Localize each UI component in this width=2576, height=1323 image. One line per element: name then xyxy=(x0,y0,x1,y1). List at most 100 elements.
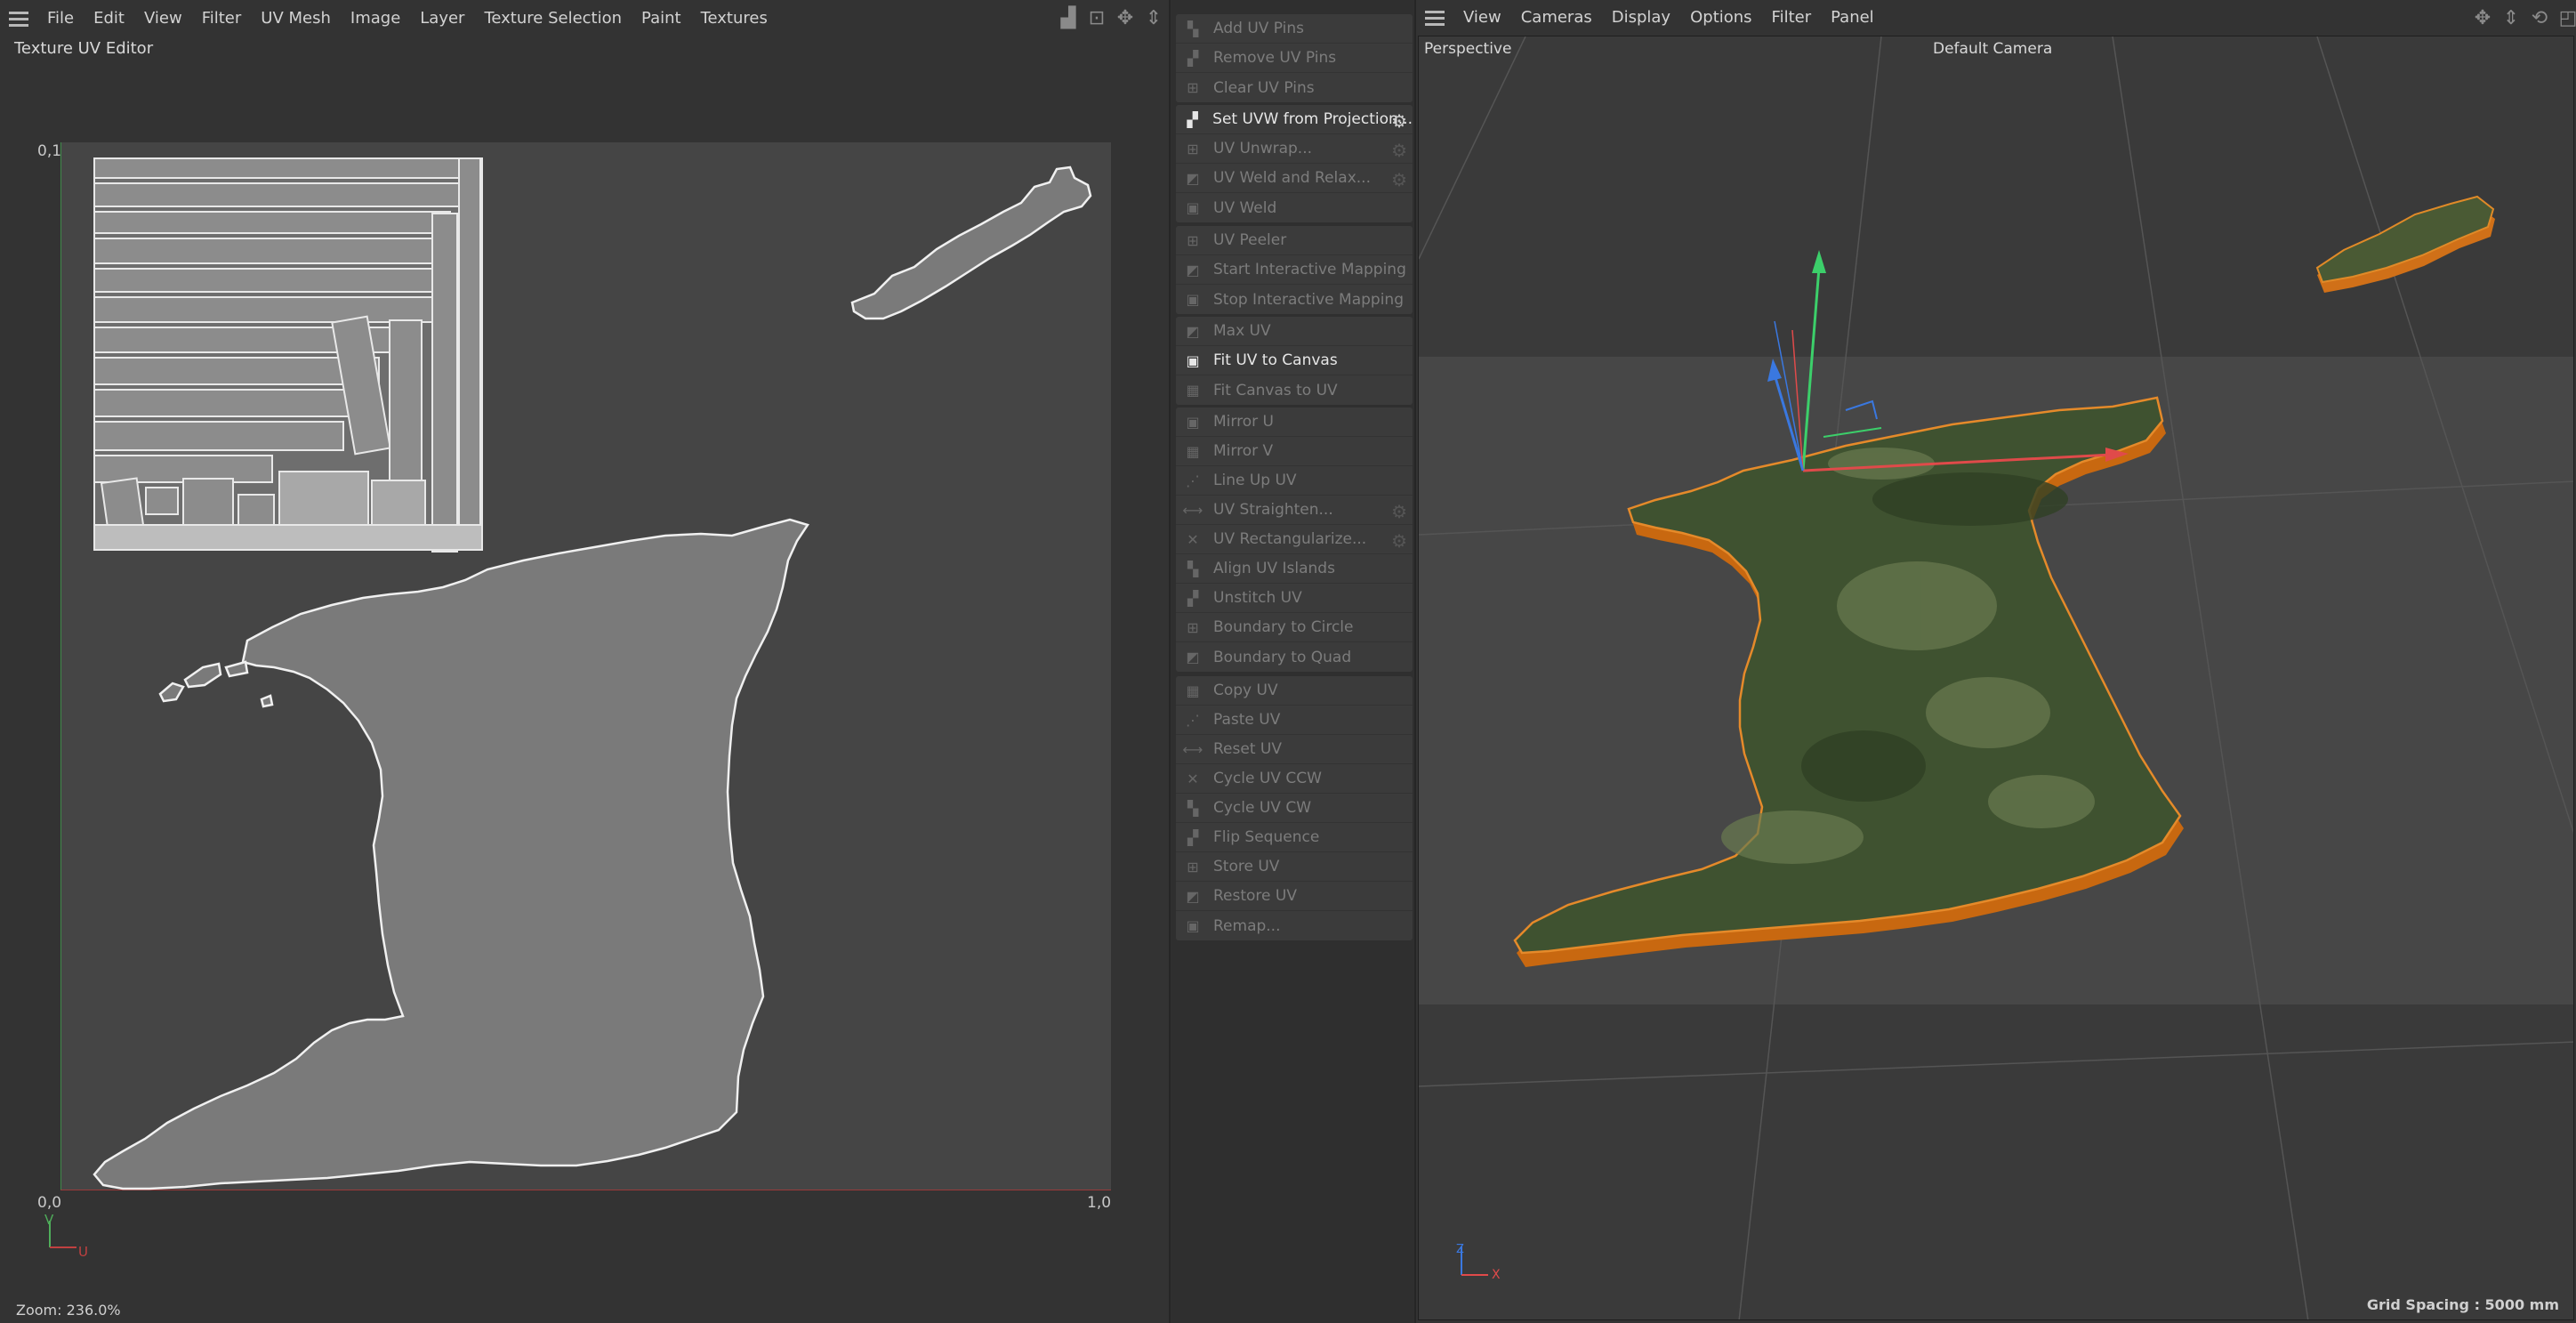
viewport-menu-item[interactable]: Options xyxy=(1680,0,1761,36)
command-item[interactable]: ▚ Align UV Islands xyxy=(1176,554,1413,584)
uv-menu-item[interactable]: Paint xyxy=(632,0,691,37)
command-item[interactable]: ▣ Fit UV to Canvas xyxy=(1176,346,1413,375)
uv-menu-item[interactable]: Image xyxy=(341,0,410,37)
uv-menu-item[interactable]: Layer xyxy=(410,0,474,37)
move-view-icon[interactable]: ✥ xyxy=(2473,7,2492,30)
uv-menu-item[interactable]: File xyxy=(37,0,84,37)
gear-icon[interactable]: ⚙ xyxy=(1391,501,1407,522)
command-label: Stop Interactive Mapping xyxy=(1213,290,1404,309)
command-item[interactable]: ◩ Max UV xyxy=(1176,317,1413,346)
gear-icon[interactable]: ⚙ xyxy=(1391,169,1407,190)
gear-icon[interactable]: ⚙ xyxy=(1391,530,1407,552)
command-icon: ⊞ xyxy=(1187,140,1199,157)
command-item[interactable]: ⟷ UV Straighten... ⚙ xyxy=(1176,496,1413,525)
viewport-menu-item[interactable]: Panel xyxy=(1821,0,1884,36)
gear-icon[interactable]: ⚙ xyxy=(1391,140,1407,161)
viewport-menu-item[interactable]: Cameras xyxy=(1511,0,1602,36)
command-label: UV Weld and Relax... xyxy=(1213,169,1371,187)
command-item[interactable]: ⊞ Clear UV Pins xyxy=(1176,73,1413,102)
viewport-menu-item[interactable]: Display xyxy=(1602,0,1680,36)
viewport-name: Perspective xyxy=(1424,40,1512,58)
active-camera-label[interactable]: Default Camera xyxy=(1933,40,2052,58)
command-icon: ▞ xyxy=(1187,110,1198,128)
command-icon: ▚ xyxy=(1187,799,1199,817)
maximize-view-icon[interactable]: ◰ xyxy=(2558,7,2576,30)
viewport-hamburger-icon[interactable] xyxy=(1416,0,1453,36)
trinidad-islets-uv xyxy=(158,660,274,708)
uv-editor-panel: File Edit View Filter UV Mesh Image Layer Textu… xyxy=(0,0,1169,1323)
command-item[interactable]: ▦ Fit Canvas to UV xyxy=(1176,375,1413,405)
command-item[interactable]: ◩ UV Weld and Relax... ⚙ xyxy=(1176,164,1413,193)
command-item[interactable]: ✕ Cycle UV CCW xyxy=(1176,764,1413,794)
lock-icon[interactable]: ⊡ xyxy=(1087,7,1107,30)
zoom-status: Zoom: 236.0% xyxy=(16,1302,121,1319)
uv-menu-item[interactable]: Textures xyxy=(691,0,777,37)
command-group: ▣ Mirror U ▦ Mirror V ⋰ Line Up UV ⟷ UV Straigh… xyxy=(1176,407,1413,672)
command-item[interactable]: ▞ Flip Sequence xyxy=(1176,823,1413,852)
command-label: Mirror V xyxy=(1213,442,1274,460)
uv-menubar: File Edit View Filter UV Mesh Image Layer Textu… xyxy=(0,0,1169,37)
command-item[interactable]: ◩ Start Interactive Mapping xyxy=(1176,255,1413,285)
command-label: Reset UV xyxy=(1213,740,1282,758)
command-label: Fit UV to Canvas xyxy=(1213,351,1338,369)
command-icon: ⊞ xyxy=(1187,231,1199,249)
hamburger-menu-icon[interactable] xyxy=(0,0,37,37)
command-item[interactable]: ⊞ UV Peeler xyxy=(1176,226,1413,255)
command-item[interactable]: ▚ Add UV Pins xyxy=(1176,14,1413,44)
uv-canvas[interactable] xyxy=(60,142,1111,1191)
command-item[interactable]: ▣ Remap... xyxy=(1176,911,1413,940)
uv-menu-item[interactable]: Edit xyxy=(84,0,134,37)
command-item[interactable]: ▦ Mirror V xyxy=(1176,437,1413,466)
command-label: Clear UV Pins xyxy=(1213,78,1315,97)
command-group: ⊞ UV Peeler ◩ Start Interactive Mapping ▣ Sto… xyxy=(1176,226,1413,314)
command-item[interactable]: ▞ Set UVW from Projection... ⚙ xyxy=(1176,105,1413,134)
command-item[interactable]: ⋰ Line Up UV xyxy=(1176,466,1413,496)
command-label: Boundary to Circle xyxy=(1213,618,1354,636)
move-view-icon[interactable]: ✥ xyxy=(1115,7,1135,30)
command-item[interactable]: ⟷ Reset UV xyxy=(1176,735,1413,764)
command-label: UV Weld xyxy=(1213,198,1277,217)
axis-x-letter: X xyxy=(1492,1268,1501,1282)
uv-menu-item[interactable]: Filter xyxy=(192,0,252,37)
rotate-view-icon[interactable]: ⟲ xyxy=(2530,7,2549,30)
command-item[interactable]: ▞ Unstitch UV xyxy=(1176,584,1413,613)
dolly-view-icon[interactable]: ⇕ xyxy=(1144,7,1163,30)
command-label: Start Interactive Mapping xyxy=(1213,261,1406,278)
command-icon: ▣ xyxy=(1186,917,1200,934)
command-label: Set UVW from Projection... xyxy=(1212,110,1413,128)
histogram-icon[interactable]: ▟ xyxy=(1059,7,1078,30)
command-icon: ▚ xyxy=(1187,20,1199,37)
command-item[interactable]: ▚ Cycle UV CW xyxy=(1176,794,1413,823)
command-icon: ✕ xyxy=(1187,770,1199,787)
command-item[interactable]: ▣ Stop Interactive Mapping xyxy=(1176,285,1413,314)
command-label: Mirror U xyxy=(1213,413,1274,431)
command-item[interactable]: ⊞ Store UV xyxy=(1176,852,1413,882)
viewport-menu-item[interactable]: Filter xyxy=(1762,0,1822,36)
viewport-menu-item[interactable]: View xyxy=(1453,0,1511,36)
uv-strip-block xyxy=(93,157,483,553)
command-item[interactable]: ▣ UV Weld xyxy=(1176,193,1413,222)
command-icon: ⟷ xyxy=(1182,501,1203,519)
command-item[interactable]: ⋰ Paste UV xyxy=(1176,706,1413,735)
gear-icon[interactable]: ⚙ xyxy=(1391,110,1407,132)
command-item[interactable]: ▣ Mirror U xyxy=(1176,407,1413,437)
command-item[interactable]: ⊞ UV Unwrap... ⚙ xyxy=(1176,134,1413,164)
command-item[interactable]: ▦ Copy UV xyxy=(1176,676,1413,706)
command-label: Flip Sequence xyxy=(1213,828,1320,846)
uv-menu-item[interactable]: UV Mesh xyxy=(251,0,341,37)
command-label: Paste UV xyxy=(1213,711,1281,729)
3d-viewport[interactable]: Perspective Default Camera Z X Grid Spac… xyxy=(1418,36,2574,1320)
uv-menu-item[interactable]: View xyxy=(134,0,192,37)
viewport-menubar: View Cameras Display Options Filter Panel xyxy=(1416,0,2576,36)
uv-mesh-svg xyxy=(60,142,1111,1191)
command-item[interactable]: ✕ UV Rectangularize... ⚙ xyxy=(1176,525,1413,554)
uv-menu-item[interactable]: Texture Selection xyxy=(474,0,632,37)
dolly-view-icon[interactable]: ⇕ xyxy=(2501,7,2521,30)
command-item[interactable]: ▞ Remove UV Pins xyxy=(1176,44,1413,73)
command-item[interactable]: ⊞ Boundary to Circle xyxy=(1176,613,1413,642)
u-axis-letter: U xyxy=(78,1244,88,1260)
command-item[interactable]: ◩ Restore UV xyxy=(1176,882,1413,911)
viewport-menu-items: View Cameras Display Options Filter Panel xyxy=(1453,0,1884,36)
tobago-island-uv xyxy=(850,165,1092,320)
command-item[interactable]: ◩ Boundary to Quad xyxy=(1176,642,1413,672)
